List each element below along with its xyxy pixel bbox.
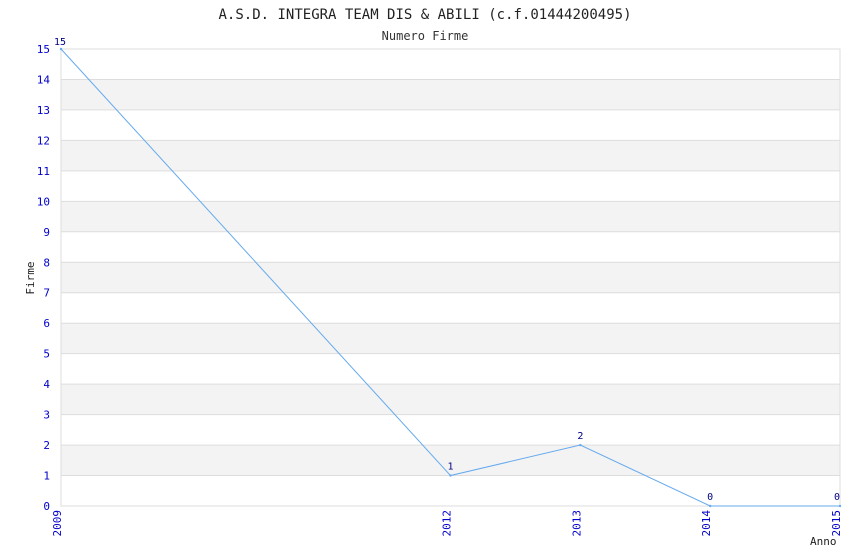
x-tick-label: 2015 xyxy=(830,510,843,537)
x-axis-ticks: 2009 2012 2013 2014 2015 xyxy=(51,510,843,537)
y-tick-label: 2 xyxy=(43,439,50,452)
data-point xyxy=(449,474,452,477)
data-label: 1 xyxy=(447,462,453,473)
data-label: 15 xyxy=(54,37,66,48)
plot-bands xyxy=(61,79,840,476)
chart-subtitle: Numero Firme xyxy=(382,29,469,43)
chart-area: 0 1 2 3 4 5 6 7 8 9 10 11 12 13 14 15 2009 2012 2013 2014 2… xyxy=(0,0,850,550)
y-tick-label: 12 xyxy=(37,134,50,147)
x-axis-title: Anno xyxy=(810,535,837,548)
grid-band xyxy=(61,79,840,110)
data-label: 0 xyxy=(834,492,840,503)
grid-band xyxy=(61,384,840,415)
y-tick-label: 1 xyxy=(43,470,50,483)
y-tick-label: 0 xyxy=(43,500,50,513)
line-chart: 0123456789101112131415 2009 2012 2013 2014 2… xyxy=(24,7,843,548)
x-tick-label: 2012 xyxy=(441,510,454,537)
y-tick-label: 3 xyxy=(43,409,50,422)
x-tick-label: 2014 xyxy=(700,510,713,537)
data-point xyxy=(579,443,582,447)
x-tick-label: 2013 xyxy=(570,510,583,537)
y-axis-title: Firme xyxy=(24,261,37,294)
grid-band xyxy=(61,140,840,171)
y-tick-label: 10 xyxy=(37,195,50,208)
y-tick-label: 5 xyxy=(43,348,50,361)
data-point xyxy=(708,504,712,508)
data-label: 0 xyxy=(707,492,713,503)
y-tick-label: 13 xyxy=(37,104,50,117)
y-tick-label: 7 xyxy=(43,287,50,300)
y-tick-label: 14 xyxy=(37,73,51,86)
y-tick-label: 9 xyxy=(43,226,50,239)
grid-band xyxy=(61,323,840,354)
grid-band xyxy=(61,201,840,232)
y-tick-label: 11 xyxy=(37,165,50,178)
chart-title: A.S.D. INTEGRA TEAM DIS & ABILI (c.f.014… xyxy=(218,7,631,23)
data-label: 2 xyxy=(577,431,583,442)
y-tick-label: 4 xyxy=(43,378,50,391)
x-tick-label: 2009 xyxy=(51,510,64,537)
y-axis-ticks: 0123456789101112131415 xyxy=(37,43,51,513)
y-tick-label: 8 xyxy=(43,256,50,269)
y-tick-label: 15 xyxy=(37,43,50,56)
data-point xyxy=(838,504,842,508)
grid-band xyxy=(61,262,840,293)
data-point xyxy=(59,47,63,51)
y-tick-label: 6 xyxy=(43,317,50,330)
